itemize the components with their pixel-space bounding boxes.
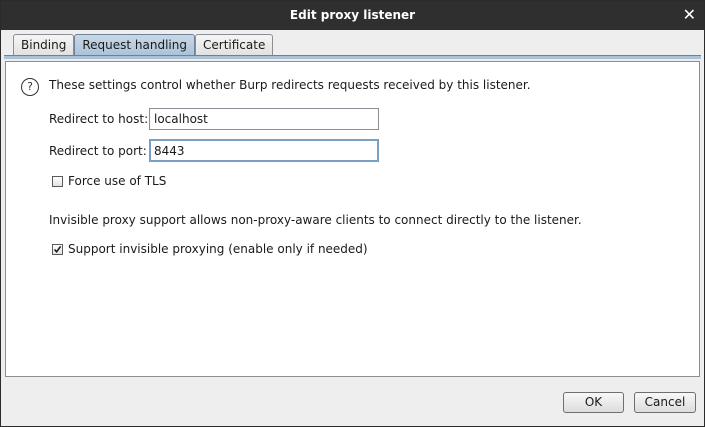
title-bar: Edit proxy listener ✕ xyxy=(1,1,704,30)
tab-bar: Binding Request handling Certificate xyxy=(13,33,274,56)
help-icon[interactable]: ? xyxy=(21,78,39,96)
force-tls-checkbox[interactable] xyxy=(52,176,63,187)
ok-button[interactable]: OK xyxy=(563,392,624,413)
redirect-host-input[interactable] xyxy=(149,108,379,130)
tab-underline xyxy=(4,55,701,59)
dialog-window: Edit proxy listener ✕ Binding Request ha… xyxy=(0,0,705,427)
request-handling-panel: ? These settings control whether Burp re… xyxy=(5,61,700,377)
cancel-button[interactable]: Cancel xyxy=(634,392,696,413)
tab-request-handling[interactable]: Request handling xyxy=(74,34,195,56)
settings-description: These settings control whether Burp redi… xyxy=(49,78,531,92)
invisible-proxy-checkbox[interactable] xyxy=(52,244,63,255)
window-title: Edit proxy listener xyxy=(289,8,416,22)
close-icon[interactable]: ✕ xyxy=(683,5,696,25)
redirect-host-label: Redirect to host: xyxy=(49,112,149,126)
invisible-proxy-description: Invisible proxy support allows non-proxy… xyxy=(49,213,582,227)
tab-certificate[interactable]: Certificate xyxy=(195,34,274,56)
invisible-proxy-label: Support invisible proxying (enable only … xyxy=(68,242,368,256)
redirect-port-label: Redirect to port: xyxy=(49,144,147,158)
redirect-port-input[interactable] xyxy=(149,139,379,162)
tab-binding[interactable]: Binding xyxy=(13,34,75,56)
force-tls-label: Force use of TLS xyxy=(68,174,167,188)
checkmark-icon xyxy=(53,245,62,254)
